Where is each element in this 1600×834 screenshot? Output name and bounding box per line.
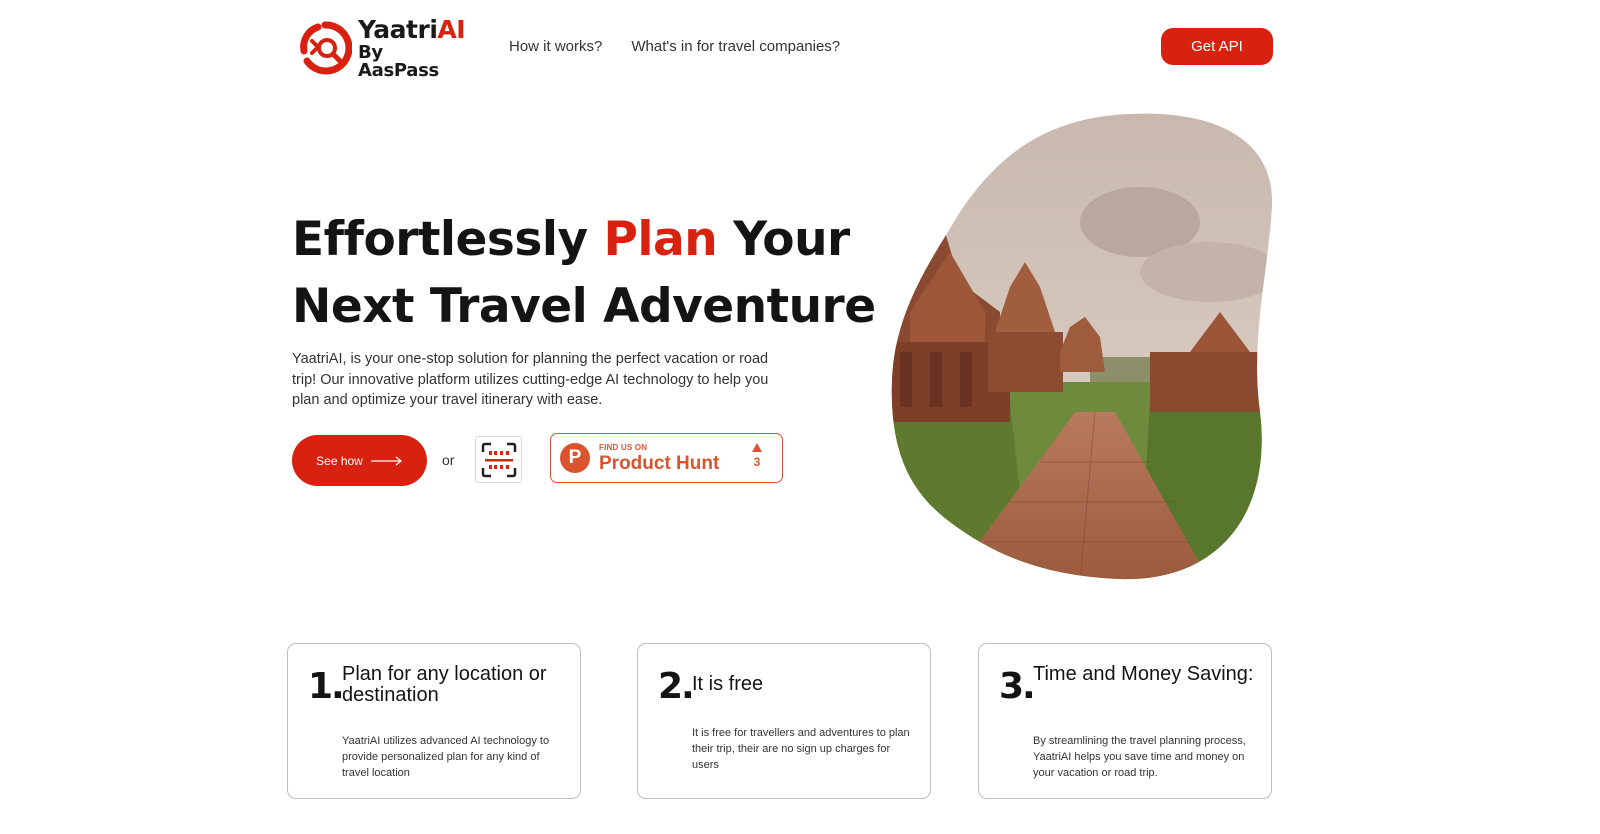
hero-intro: YaatriAI, is your one-stop solution for … [292, 351, 769, 408]
headline-accent: Plan [603, 212, 718, 267]
feature-number: 2. [658, 666, 695, 707]
upvote-arrow-icon [752, 443, 762, 452]
product-hunt-badge[interactable]: P FIND US ON Product Hunt 3 [550, 433, 783, 483]
or-separator: or [442, 452, 455, 468]
hero-headline: Effortlessly Plan Your Next Travel Adven… [292, 212, 876, 334]
product-hunt-caption: FIND US ON [599, 442, 648, 452]
nav-travel-companies[interactable]: What's in for travel companies? [631, 38, 840, 55]
get-api-button[interactable]: Get API [1161, 28, 1273, 65]
feature-card: 1. Plan for any location or destination … [287, 643, 581, 799]
feature-description: By streamlining the travel planning proc… [1033, 735, 1246, 779]
feature-card: 3. Time and Money Saving: By streamlinin… [978, 643, 1272, 799]
arrow-right-icon [370, 456, 402, 465]
main-nav: How it works? What's in for travel compa… [509, 38, 840, 55]
hero-temple-image [891, 113, 1273, 580]
feature-description: It is free for travellers and adventures… [692, 727, 910, 771]
feature-title: Time and Money Saving: [1033, 663, 1254, 685]
product-hunt-icon: P [560, 443, 590, 473]
feature-description: YaatriAI utilizes advanced AI technology… [342, 735, 550, 779]
logo-byline: By AasPass [358, 41, 439, 81]
feature-title: It is free [692, 673, 764, 695]
qr-scan-button[interactable] [475, 436, 522, 483]
feature-card: 2. It is free It is free for travellers … [637, 643, 931, 799]
feature-title: Plan for any location or destination [342, 663, 547, 706]
nav-how-it-works[interactable]: How it works? [509, 38, 602, 55]
see-how-label: See how [316, 453, 363, 468]
yaatriai-logo-icon [300, 21, 352, 75]
logo-name: YaatriAI [358, 14, 466, 44]
feature-number: 3. [999, 666, 1036, 707]
product-hunt-votes: 3 [752, 443, 762, 469]
vote-count: 3 [753, 455, 761, 469]
see-how-button[interactable]: See how [292, 435, 427, 486]
qr-scan-icon [481, 442, 516, 477]
feature-number: 1. [308, 666, 345, 707]
product-hunt-name: Product Hunt [599, 452, 720, 474]
logo[interactable]: YaatriAI By AasPass [298, 14, 468, 79]
